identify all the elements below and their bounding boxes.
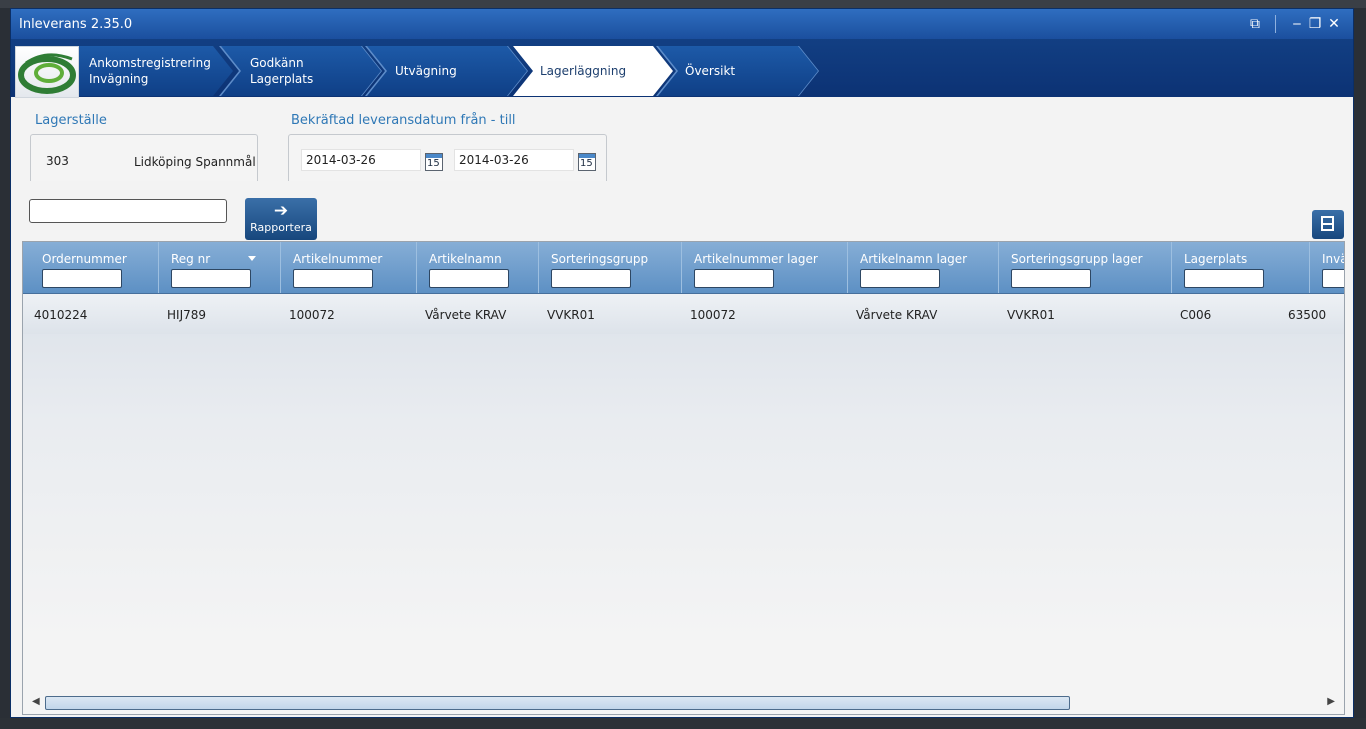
column-header-label: Reg nr [171, 252, 211, 266]
layout-button[interactable] [1312, 210, 1344, 239]
cell-sorteringsgrupp-lager: VVKR01 [1007, 308, 1055, 322]
lagerstalle-panel[interactable]: 303 Lidköping Spannmål [30, 134, 258, 181]
step-lagerlaggning[interactable]: Lagerläggning [513, 46, 673, 96]
calendar-day: 15 [580, 158, 593, 169]
logo-icon [18, 53, 76, 94]
title-separator [1275, 15, 1276, 33]
scroll-right-icon[interactable]: ▶ [1327, 696, 1335, 707]
maximize-icon[interactable]: ❐ [1305, 14, 1325, 34]
step-label: Översikt [685, 64, 736, 78]
app-window: Inleverans 2.35.0 ⧉ ‒ ❐ ✕ Ankomstregistr… [10, 8, 1354, 718]
close-icon[interactable]: ✕ [1324, 14, 1344, 34]
lagerstalle-name: Lidköping Spannmål [134, 155, 256, 169]
step-godkann-lagerplats[interactable]: Godkänn Lagerplats [221, 46, 381, 96]
cell-lagerplats: C006 [1180, 308, 1212, 322]
calendar-icon[interactable]: 15 [425, 153, 443, 171]
column-artikelnamn-lager[interactable]: Artikelnamn lager [847, 242, 998, 293]
title-bar: Inleverans 2.35.0 ⧉ ‒ ❐ ✕ [11, 9, 1353, 39]
column-artikelnummer-lager[interactable]: Artikelnummer lager [681, 242, 847, 293]
report-button-label: Rapportera [250, 221, 312, 234]
cell-artikelnamn-lager: Vårvete KRAV [856, 308, 938, 322]
cell-reg-nr: HIJ789 [167, 308, 207, 322]
filter-input[interactable] [860, 269, 940, 288]
date-from-input[interactable]: 2014-03-26 [301, 149, 421, 171]
cell-artikelnummer: 100072 [289, 308, 335, 322]
column-header-label: Artikelnamn lager [860, 252, 968, 266]
filter-input[interactable] [1011, 269, 1091, 288]
layout-icon [1321, 216, 1334, 231]
column-sorteringsgrupp[interactable]: Sorteringsgrupp [538, 242, 681, 293]
scrollbar-thumb[interactable] [45, 696, 1070, 710]
sort-desc-icon [248, 256, 256, 261]
filter-input[interactable] [694, 269, 774, 288]
step-ankomstregistrering[interactable]: Ankomstregistrering Invägning [79, 46, 233, 96]
horizontal-scrollbar[interactable]: ◀ ▶ [23, 694, 1344, 714]
column-header-label: Sorteringsgrupp lager [1011, 252, 1143, 266]
date-filter-label: Bekräftad leveransdatum från - till [291, 113, 516, 128]
date-filter-panel: 2014-03-26 15 2014-03-26 15 [288, 134, 607, 181]
column-lagerplats[interactable]: Lagerplats [1171, 242, 1309, 293]
filter-input[interactable] [429, 269, 509, 288]
column-artikelnummer[interactable]: Artikelnummer [280, 242, 416, 293]
filter-input[interactable] [293, 269, 373, 288]
column-reg-nr[interactable]: Reg nr [158, 242, 280, 293]
cell-invagning: 63500 [1288, 308, 1327, 322]
column-sorteringsgrupp-lager[interactable]: Sorteringsgrupp lager [998, 242, 1171, 293]
step-label: Ankomstregistrering Invägning [89, 56, 211, 86]
column-header-label: Lagerplats [1184, 252, 1248, 266]
step-utvagning[interactable]: Utvägning [367, 46, 527, 96]
minimize-icon[interactable]: ‒ [1287, 14, 1307, 34]
column-invagning[interactable]: Invä [1309, 242, 1344, 293]
popout-icon[interactable]: ⧉ [1245, 14, 1265, 34]
desktop-bottom [0, 718, 1366, 729]
table-row[interactable]: 4010224 HIJ789 100072 Vårvete KRAV VVKR0… [23, 294, 1344, 334]
date-to-input[interactable]: 2014-03-26 [454, 149, 574, 171]
column-header-label: Artikelnummer [293, 252, 383, 266]
column-header-label: Ordernummer [42, 252, 127, 266]
filter-input[interactable] [551, 269, 631, 288]
step-oversikt[interactable]: Översikt [658, 46, 818, 96]
filter-input[interactable] [171, 269, 251, 288]
scroll-left-icon[interactable]: ◀ [32, 696, 40, 707]
search-input[interactable] [29, 199, 227, 223]
calendar-day: 15 [427, 158, 440, 169]
wizard-bar: Ankomstregistrering Invägning Godkänn La… [11, 39, 1353, 98]
filter-input[interactable] [1322, 269, 1344, 288]
column-header-label: Sorteringsgrupp [551, 252, 649, 266]
cell-artikelnamn: Vårvete KRAV [425, 308, 507, 322]
arrow-right-icon: ➔ [273, 201, 289, 221]
data-grid: Ordernummer Reg nr Artikelnummer Artikel… [22, 241, 1345, 715]
column-header-label: Artikelnamn [429, 252, 502, 266]
logo [15, 46, 79, 98]
filter-input[interactable] [1184, 269, 1264, 288]
step-label: Lagerläggning [540, 64, 627, 78]
lagerstalle-label: Lagerställe [35, 113, 107, 128]
grid-header: Ordernummer Reg nr Artikelnummer Artikel… [23, 242, 1344, 294]
column-ordernummer[interactable]: Ordernummer [30, 242, 158, 293]
calendar-icon[interactable]: 15 [578, 153, 596, 171]
step-label: Utvägning [395, 64, 457, 78]
report-button[interactable]: ➔ Rapportera [245, 198, 317, 240]
cell-artikelnummer-lager: 100072 [690, 308, 736, 322]
step-label: Godkänn Lagerplats [250, 56, 314, 86]
column-header-label: Invä [1322, 252, 1344, 266]
lagerstalle-code: 303 [46, 154, 69, 168]
filter-input[interactable] [42, 269, 122, 288]
window-title: Inleverans 2.35.0 [19, 17, 133, 32]
column-header-label: Artikelnummer lager [694, 252, 818, 266]
column-artikelnamn[interactable]: Artikelnamn [416, 242, 538, 293]
desktop-strip [0, 0, 1366, 8]
cell-sorteringsgrupp: VVKR01 [547, 308, 595, 322]
cell-ordernummer: 4010224 [34, 308, 88, 322]
